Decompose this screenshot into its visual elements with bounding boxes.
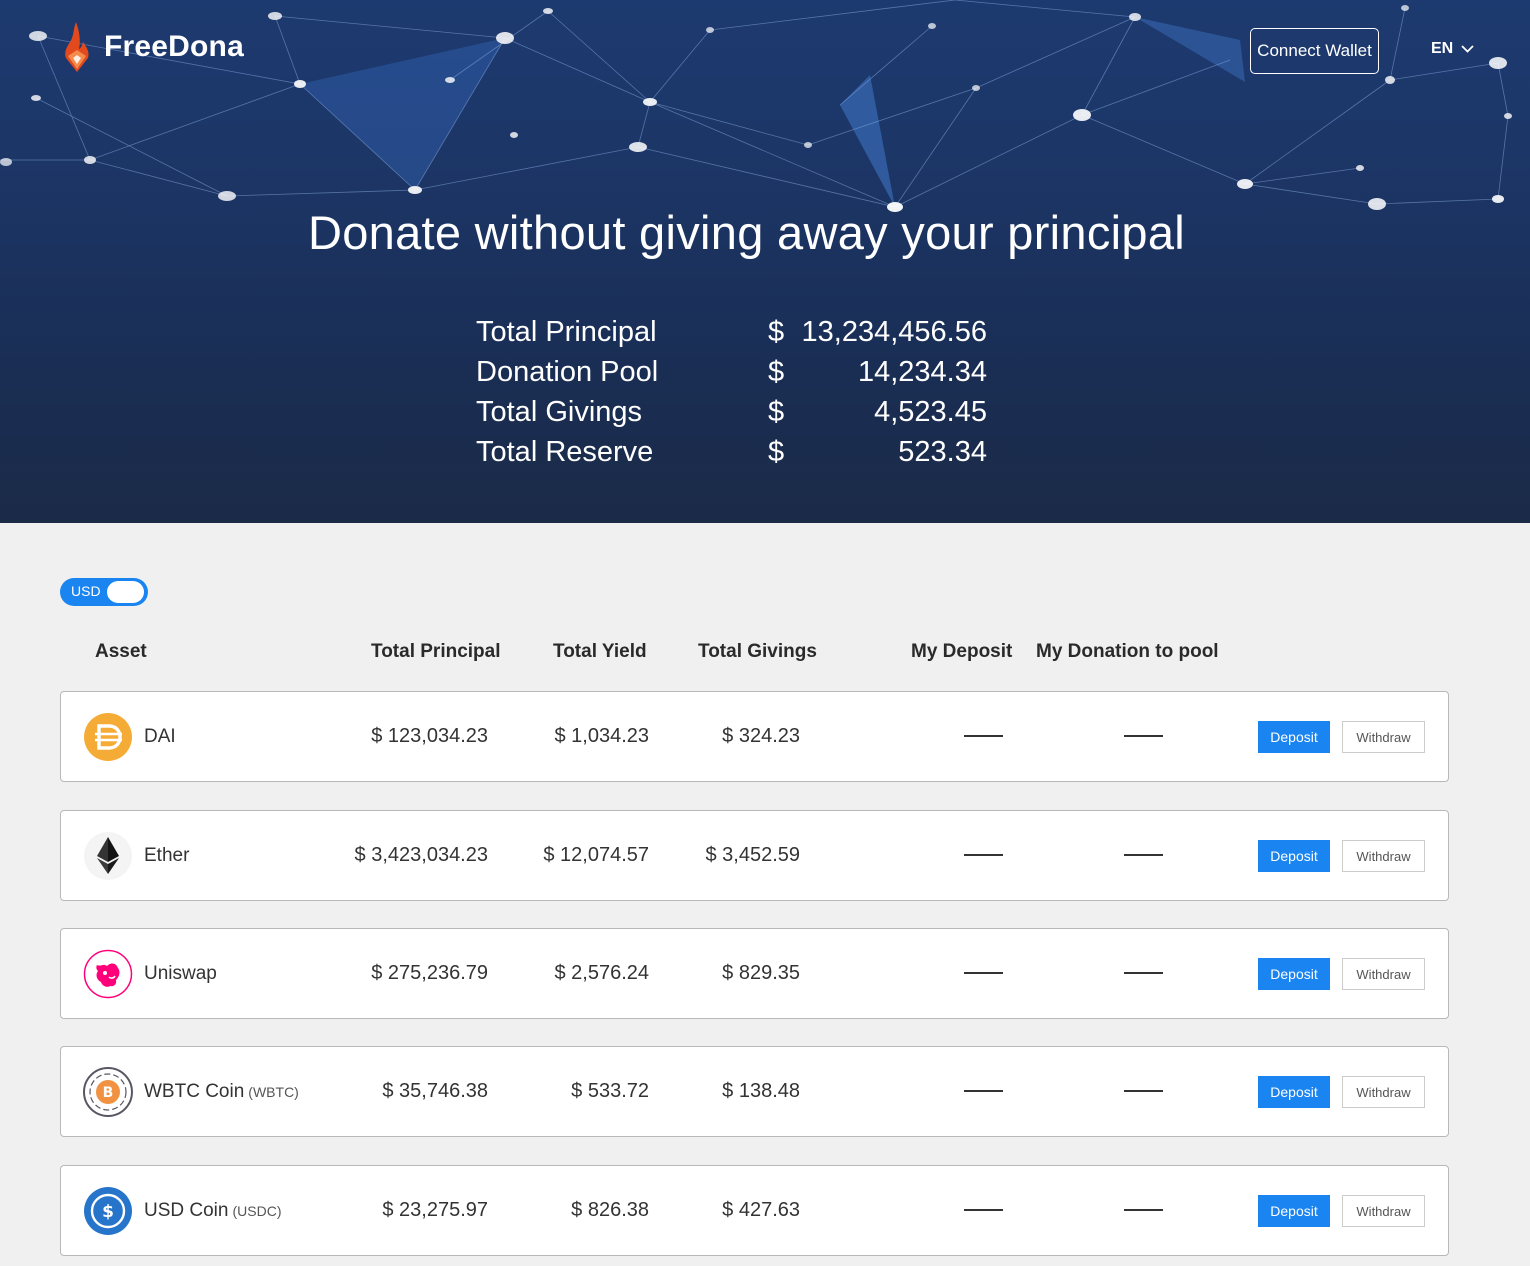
deposit-button[interactable]: Deposit bbox=[1258, 721, 1330, 753]
my-deposit-empty bbox=[964, 972, 1003, 974]
app-name: FreeDona bbox=[104, 30, 244, 63]
column-header-my-deposit: My Deposit bbox=[911, 641, 1013, 662]
stat-label: Total Reserve bbox=[476, 436, 654, 468]
connect-wallet-button[interactable]: Connect Wallet bbox=[1250, 28, 1379, 74]
stat-value: 14,234.34 bbox=[857, 356, 987, 388]
total-givings-value: $ 3,452.59 bbox=[705, 844, 800, 866]
stats-summary: Total Principal $ 13,234,456.56 Donation… bbox=[476, 316, 996, 476]
stat-currency: $ bbox=[768, 356, 785, 388]
deposit-button[interactable]: Deposit bbox=[1258, 1076, 1330, 1108]
stat-label: Total Givings bbox=[476, 396, 643, 428]
table-row: DAI $ 123,034.23 $ 1,034.23 $ 324.23 Dep… bbox=[60, 691, 1449, 782]
my-deposit-empty bbox=[964, 1090, 1003, 1092]
stat-currency: $ bbox=[768, 316, 785, 348]
stat-value: 4,523.45 bbox=[874, 396, 987, 428]
currency-toggle[interactable]: USD bbox=[60, 578, 148, 606]
asset-symbol: (WBTC) bbox=[248, 1084, 299, 1100]
stat-value: 13,234,456.56 bbox=[801, 316, 987, 348]
ether-icon bbox=[84, 832, 132, 880]
deposit-button[interactable]: Deposit bbox=[1258, 1195, 1330, 1227]
withdraw-button[interactable]: Withdraw bbox=[1342, 840, 1425, 872]
stat-value: 523.34 bbox=[898, 436, 987, 468]
total-principal-value: $ 275,236.79 bbox=[371, 962, 488, 984]
stat-total-principal: Total Principal $ 13,234,456.56 bbox=[476, 316, 996, 356]
my-donation-empty bbox=[1124, 1090, 1163, 1092]
total-givings-value: $ 427.63 bbox=[722, 1199, 800, 1221]
total-principal-value: $ 3,423,034.23 bbox=[354, 844, 488, 866]
table-row: B WBTC Coin (WBTC) $ 35,746.38 $ 533.72 $… bbox=[60, 1046, 1449, 1137]
stat-currency: $ bbox=[768, 436, 785, 468]
my-donation-empty bbox=[1124, 854, 1163, 856]
total-givings-value: $ 138.48 bbox=[722, 1080, 800, 1102]
total-yield-value: $ 1,034.23 bbox=[554, 725, 649, 747]
deposit-button[interactable]: Deposit bbox=[1258, 840, 1330, 872]
my-donation-empty bbox=[1124, 735, 1163, 737]
asset-name: WBTC Coin (WBTC) bbox=[144, 1081, 299, 1103]
asset-name-text: Ether bbox=[144, 845, 190, 866]
asset-name-text: USD Coin bbox=[144, 1200, 229, 1221]
wbtc-icon: B bbox=[83, 1067, 133, 1117]
usdc-icon: $ bbox=[84, 1187, 132, 1235]
withdraw-button[interactable]: Withdraw bbox=[1342, 721, 1425, 753]
logo[interactable]: FreeDona bbox=[62, 20, 244, 74]
table-row: Ether $ 3,423,034.23 $ 12,074.57 $ 3,452… bbox=[60, 810, 1449, 901]
stat-label: Total Principal bbox=[476, 316, 657, 348]
language-label: EN bbox=[1431, 40, 1454, 57]
total-yield-value: $ 533.72 bbox=[571, 1080, 649, 1102]
column-header-asset: Asset bbox=[95, 641, 147, 662]
my-deposit-empty bbox=[964, 735, 1003, 737]
stat-currency: $ bbox=[768, 396, 785, 428]
asset-name-text: DAI bbox=[144, 726, 176, 747]
total-principal-value: $ 23,275.97 bbox=[382, 1199, 488, 1221]
withdraw-button[interactable]: Withdraw bbox=[1342, 958, 1425, 990]
uniswap-icon bbox=[83, 949, 133, 999]
my-donation-empty bbox=[1124, 1209, 1163, 1211]
asset-name-text: Uniswap bbox=[144, 963, 217, 984]
total-principal-value: $ 35,746.38 bbox=[382, 1080, 488, 1102]
svg-text:$: $ bbox=[102, 1202, 114, 1222]
total-yield-value: $ 826.38 bbox=[571, 1199, 649, 1221]
total-yield-value: $ 12,074.57 bbox=[543, 844, 649, 866]
dai-icon bbox=[84, 713, 132, 761]
total-yield-value: $ 2,576.24 bbox=[554, 962, 649, 984]
total-givings-value: $ 324.23 bbox=[722, 725, 800, 747]
stat-total-givings: Total Givings $ 4,523.45 bbox=[476, 396, 996, 436]
withdraw-button[interactable]: Withdraw bbox=[1342, 1195, 1425, 1227]
table-row: $ USD Coin (USDC) $ 23,275.97 $ 826.38 $ … bbox=[60, 1165, 1449, 1256]
toggle-label: USD bbox=[71, 583, 101, 599]
table-row: Uniswap $ 275,236.79 $ 2,576.24 $ 829.35… bbox=[60, 928, 1449, 1019]
flame-logo-icon bbox=[65, 22, 89, 72]
withdraw-button[interactable]: Withdraw bbox=[1342, 1076, 1425, 1108]
asset-name: Uniswap bbox=[144, 963, 217, 985]
column-header-total-yield: Total Yield bbox=[553, 641, 647, 662]
language-selector[interactable]: EN bbox=[1431, 40, 1474, 58]
hero-title: Donate without giving away your principa… bbox=[307, 206, 1186, 259]
deposit-button[interactable]: Deposit bbox=[1258, 958, 1330, 990]
total-givings-value: $ 829.35 bbox=[722, 962, 800, 984]
total-principal-value: $ 123,034.23 bbox=[371, 725, 488, 747]
asset-symbol: (USDC) bbox=[232, 1203, 282, 1219]
hero-banner: FreeDona Connect Wallet EN Donate withou… bbox=[0, 0, 1530, 523]
svg-text:B: B bbox=[103, 1085, 114, 1101]
column-header-my-donation: My Donation to pool bbox=[1036, 641, 1219, 662]
my-deposit-empty bbox=[964, 1209, 1003, 1211]
toggle-knob bbox=[107, 581, 144, 603]
my-donation-empty bbox=[1124, 972, 1163, 974]
column-header-total-principal: Total Principal bbox=[371, 641, 501, 662]
asset-name-text: WBTC Coin bbox=[144, 1081, 245, 1102]
asset-name: DAI bbox=[144, 726, 176, 748]
asset-name: USD Coin (USDC) bbox=[144, 1200, 281, 1222]
my-deposit-empty bbox=[964, 854, 1003, 856]
stat-label: Donation Pool bbox=[476, 356, 659, 388]
column-header-total-givings: Total Givings bbox=[698, 641, 817, 662]
stat-donation-pool: Donation Pool $ 14,234.34 bbox=[476, 356, 996, 396]
asset-name: Ether bbox=[144, 845, 189, 867]
chevron-down-icon bbox=[1461, 45, 1474, 53]
stat-total-reserve: Total Reserve $ 523.34 bbox=[476, 436, 996, 476]
